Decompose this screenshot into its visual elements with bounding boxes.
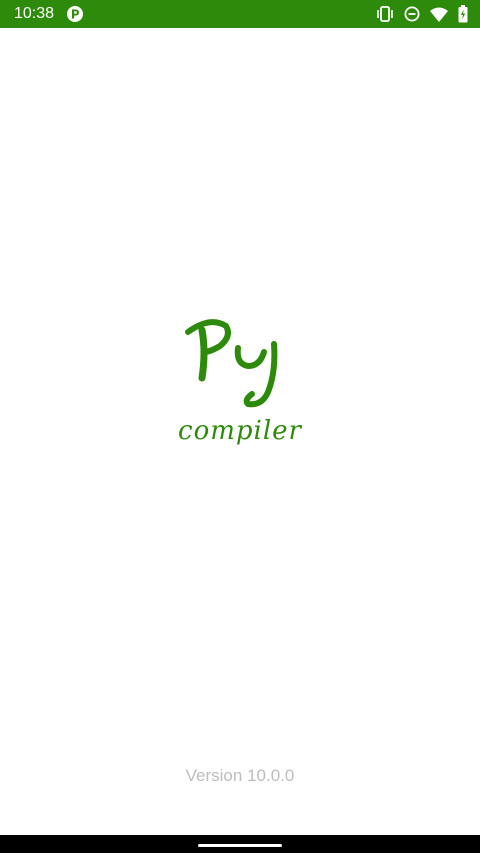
status-time: 10:38 bbox=[14, 5, 55, 22]
navigation-bar bbox=[0, 835, 480, 853]
status-icons bbox=[376, 5, 468, 23]
do-not-disturb-icon bbox=[404, 6, 420, 22]
app-notification-icon bbox=[67, 6, 83, 22]
logo-wordmark: compiler bbox=[178, 416, 302, 446]
wifi-icon bbox=[430, 7, 448, 22]
vibrate-icon bbox=[376, 6, 394, 22]
app-logo: compiler bbox=[0, 312, 480, 472]
status-bar: 10:38 bbox=[0, 0, 480, 28]
battery-icon bbox=[458, 5, 468, 23]
splash-screen: 10:38 compiler Version 10.0.0 bbox=[0, 0, 480, 853]
py-logo-mark bbox=[180, 312, 300, 412]
version-label: Version 10.0.0 bbox=[185, 766, 295, 785]
home-gesture-handle[interactable] bbox=[198, 844, 282, 847]
